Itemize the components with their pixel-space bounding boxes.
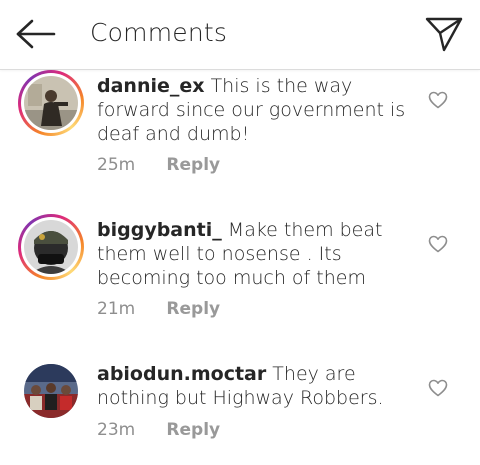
comment-username[interactable]: biggybanti_ xyxy=(97,219,222,241)
heart-icon xyxy=(428,91,448,109)
heart-icon xyxy=(428,379,448,397)
comment-body: biggybanti_ Make them beat them well to … xyxy=(97,218,413,290)
top-bar: Comments xyxy=(0,0,480,70)
avatar xyxy=(24,76,78,130)
comment-username[interactable]: abiodun.moctar xyxy=(97,363,266,385)
like-button[interactable] xyxy=(428,91,448,109)
comment-timestamp: 25m xyxy=(97,155,136,175)
paper-plane-icon xyxy=(425,17,463,52)
comment-body: dannie_ex This is the way forward since … xyxy=(97,74,413,146)
heart-icon xyxy=(428,235,448,253)
like-button[interactable] xyxy=(428,235,448,253)
reply-button[interactable]: Reply xyxy=(166,299,220,319)
avatar-story-ring[interactable] xyxy=(18,70,84,136)
page-title: Comments xyxy=(90,18,228,47)
comment-body: abiodun.moctar They are nothing but High… xyxy=(97,362,413,410)
comment-meta: 21m Reply xyxy=(97,299,220,319)
comment-username[interactable]: dannie_ex xyxy=(97,75,205,97)
back-button[interactable] xyxy=(14,16,58,52)
comment-timestamp: 21m xyxy=(97,299,136,319)
avatar xyxy=(24,220,78,274)
comment-meta: 25m Reply xyxy=(97,155,220,175)
arrow-left-icon xyxy=(16,19,56,49)
like-button[interactable] xyxy=(428,379,448,397)
direct-share-button[interactable] xyxy=(424,14,464,54)
avatar[interactable] xyxy=(24,364,78,418)
comment-meta: 23m Reply xyxy=(97,420,220,440)
reply-button[interactable]: Reply xyxy=(166,155,220,175)
reply-button[interactable]: Reply xyxy=(166,420,220,440)
comment-timestamp: 23m xyxy=(97,420,136,440)
avatar-story-ring[interactable] xyxy=(18,214,84,280)
